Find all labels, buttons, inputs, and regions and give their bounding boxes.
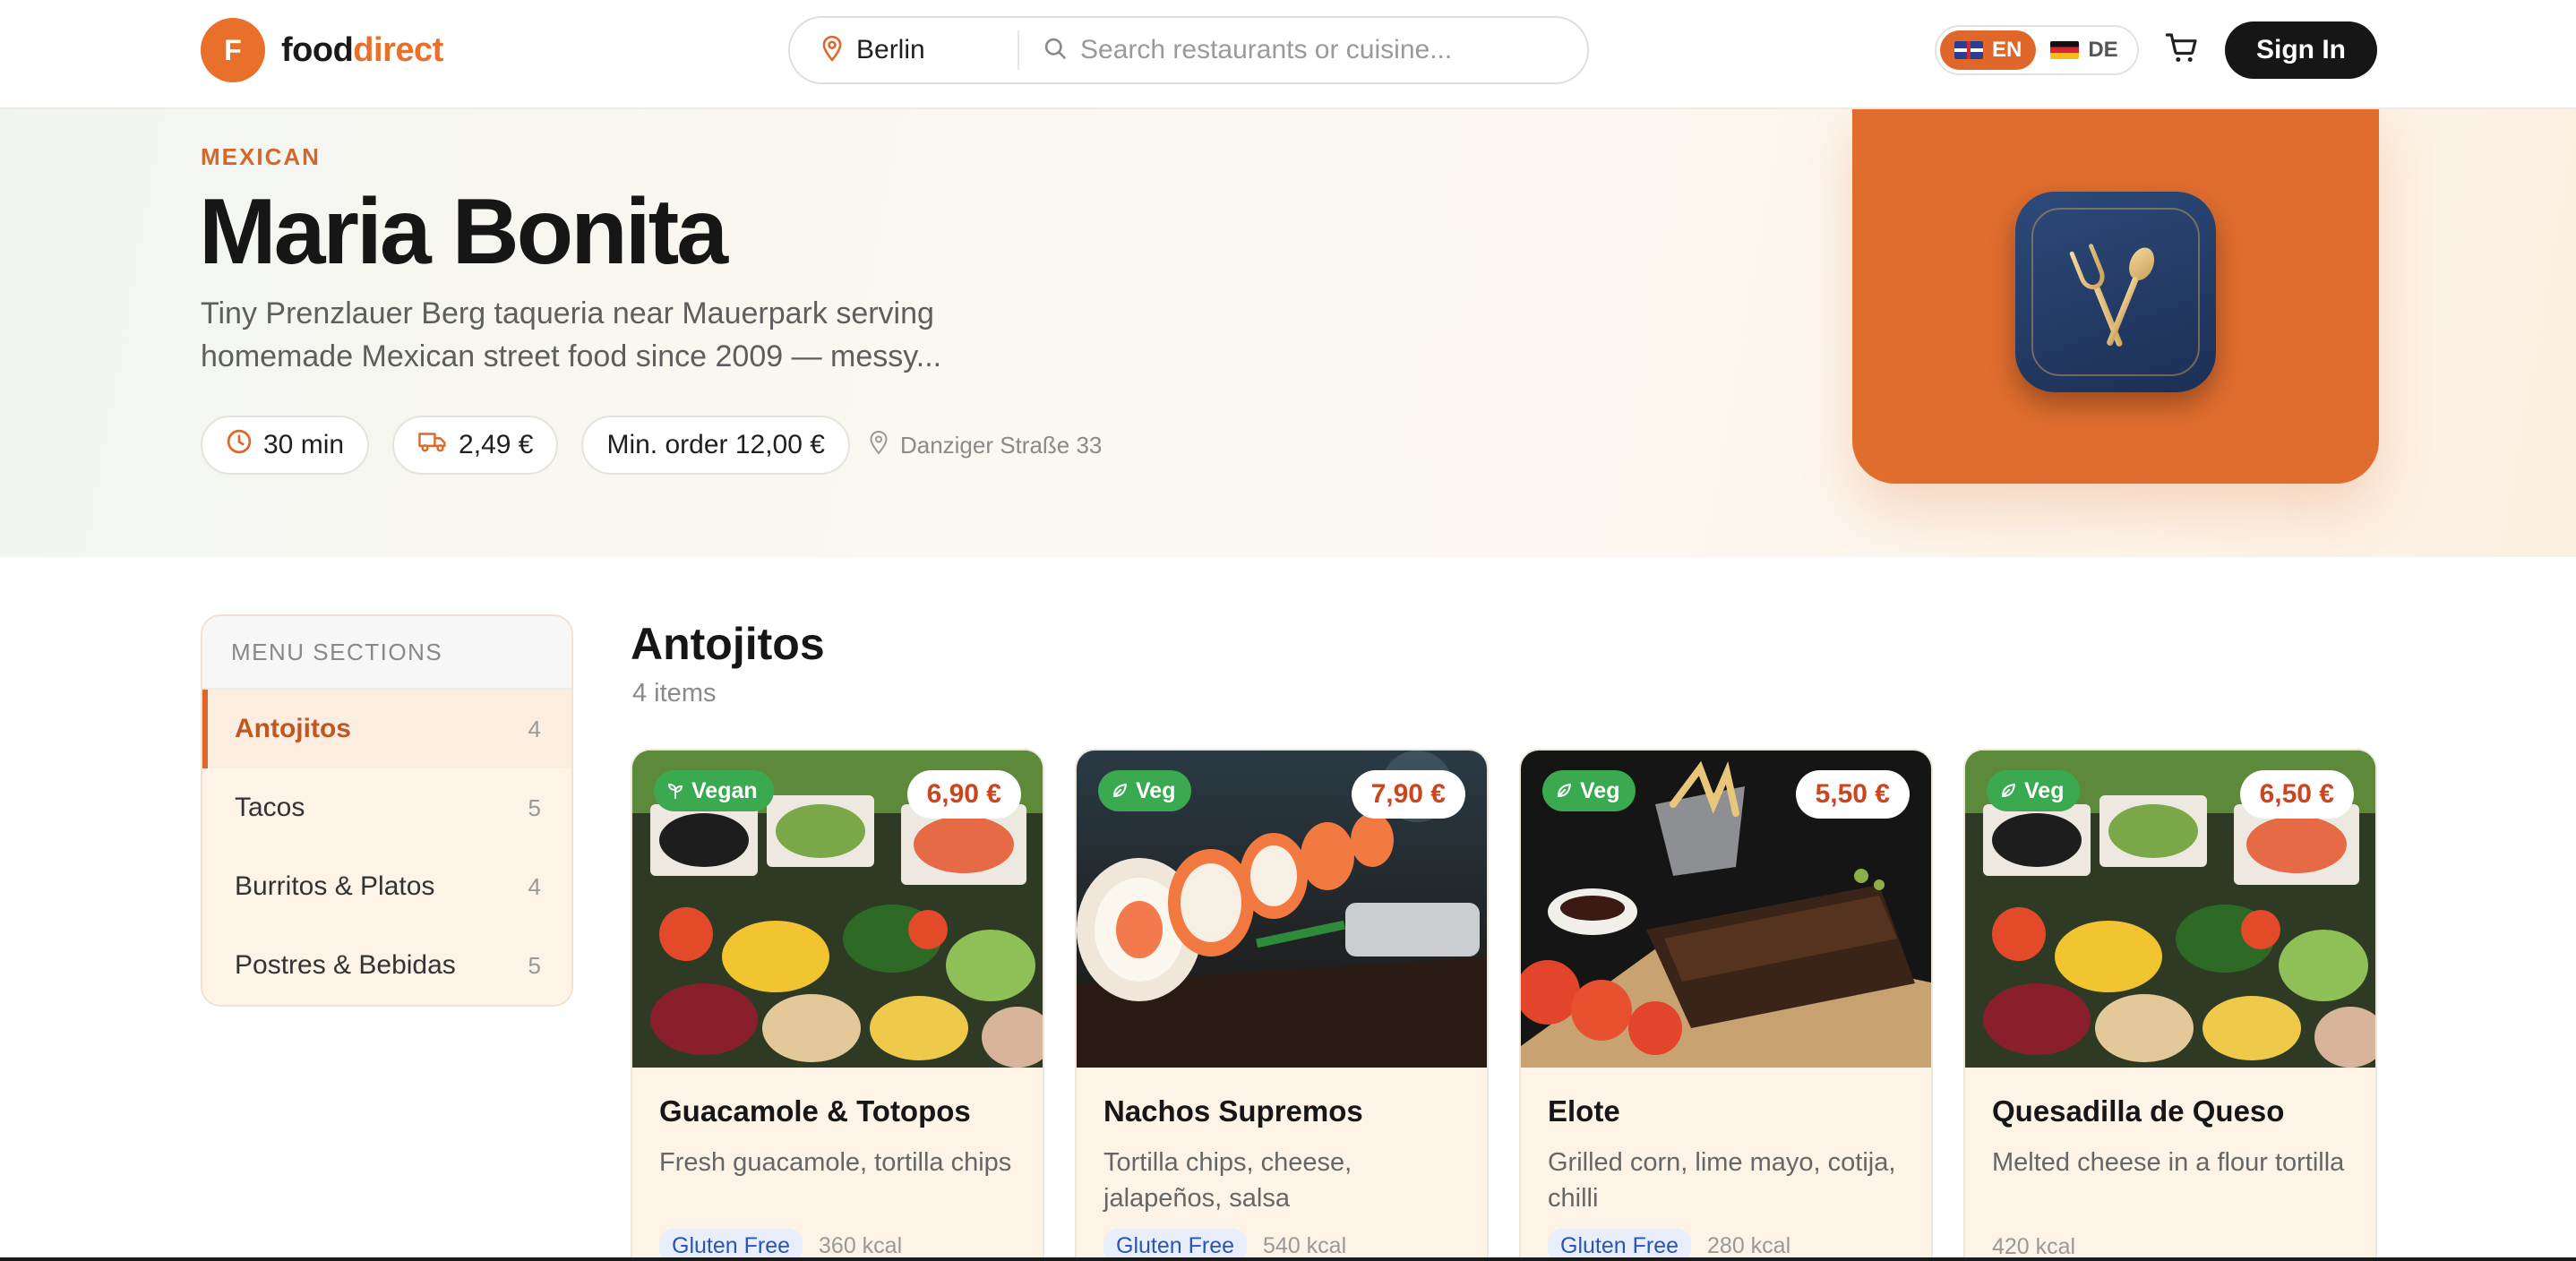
diet-badge: Veg bbox=[1098, 770, 1192, 811]
menu-item-name: Nachos Supremos bbox=[1103, 1094, 1363, 1128]
brand-logo[interactable]: F fooddirect bbox=[201, 18, 443, 82]
section-title: Antojitos bbox=[631, 619, 825, 669]
leaf-icon bbox=[1555, 782, 1573, 800]
sidebar-item-count: 5 bbox=[528, 793, 541, 821]
diet-badge: Vegan bbox=[654, 770, 774, 811]
diet-badge: Veg bbox=[1987, 770, 2081, 811]
leaf-icon bbox=[1111, 782, 1129, 800]
min-order: Min. order 12,00 € bbox=[606, 430, 825, 459]
sidebar-item-antojitos[interactable]: Antojitos 4 bbox=[202, 690, 571, 768]
price-tag: 7,90 € bbox=[1351, 770, 1465, 819]
ribs-plate-photo: Veg 5,50 € bbox=[1521, 751, 1931, 1068]
cart-button[interactable] bbox=[2162, 30, 2202, 70]
menu-item-description: Grilled corn, lime mayo, cotija, chilli bbox=[1548, 1148, 1896, 1213]
salad-bar-photo: Vegan 6,90 € bbox=[632, 751, 1043, 1068]
sushi-rolls-photo: Veg 7,90 € bbox=[1077, 751, 1487, 1068]
sign-in-button[interactable]: Sign In bbox=[2225, 21, 2377, 79]
delivery-fee-chip: 2,49 € bbox=[392, 416, 559, 475]
location-pin-icon bbox=[868, 430, 889, 461]
top-header: F fooddirect Berlin EN DE S bbox=[0, 0, 2576, 109]
calories-text: 360 kcal bbox=[819, 1233, 903, 1258]
gluten-free-tag: Gluten Free bbox=[659, 1229, 803, 1261]
restaurant-address: Danziger Straße 33 bbox=[868, 430, 1102, 461]
diet-badge-label: Veg bbox=[1136, 777, 1176, 803]
sidebar-item-tacos[interactable]: Tacos 5 bbox=[202, 768, 571, 847]
cart-icon bbox=[2164, 30, 2200, 71]
menu-item-card[interactable]: Veg 7,90 € Nachos Supremos Tortilla chip… bbox=[1075, 749, 1489, 1261]
menu-item-card[interactable]: Veg 5,50 € Elote Grilled corn, lime mayo… bbox=[1519, 749, 1933, 1261]
language-switcher: EN DE bbox=[1935, 25, 2139, 75]
truck-icon bbox=[417, 429, 448, 461]
diet-badge-label: Veg bbox=[2024, 777, 2065, 803]
location-pin-icon bbox=[820, 35, 844, 66]
sidebar-item-postres-bebidas[interactable]: Postres & Bebidas 5 bbox=[202, 926, 571, 1005]
clock-icon bbox=[226, 428, 253, 462]
sidebar-heading: MENU SECTIONS bbox=[202, 616, 571, 690]
menu-item-meta: Gluten Free 540 kcal bbox=[1103, 1229, 1460, 1261]
price-tag: 6,50 € bbox=[2239, 770, 2354, 819]
gluten-free-tag: Gluten Free bbox=[1103, 1229, 1248, 1261]
menu-item-name: Guacamole & Totopos bbox=[659, 1094, 971, 1128]
diet-badge-label: Vegan bbox=[691, 777, 758, 803]
cuisine-label: MEXICAN bbox=[201, 143, 321, 170]
menu-item-card[interactable]: Vegan 6,90 € Guacamole & Totopos Fresh g… bbox=[631, 749, 1044, 1261]
calories-text: 540 kcal bbox=[1263, 1233, 1347, 1258]
brand-name: fooddirect bbox=[281, 30, 443, 69]
search-input[interactable] bbox=[1080, 35, 1546, 65]
menu-sections-sidebar: MENU SECTIONS Antojitos 4 Tacos 5 Burrit… bbox=[201, 614, 573, 1007]
restaurant-logo-card bbox=[1852, 100, 2379, 484]
logo-badge: F bbox=[201, 18, 265, 82]
delivery-fee: 2,49 € bbox=[459, 430, 534, 459]
calories-text: 280 kcal bbox=[1707, 1233, 1791, 1258]
language-code: EN bbox=[1992, 38, 2022, 62]
menu-item-card[interactable]: Veg 6,50 € Quesadilla de Queso Melted ch… bbox=[1963, 749, 2377, 1261]
sidebar-item-count: 4 bbox=[528, 715, 541, 742]
menu-item-meta: 420 kcal bbox=[1992, 1234, 2348, 1260]
city-label: Berlin bbox=[856, 35, 925, 64]
section-item-count: 4 items bbox=[632, 679, 717, 708]
sidebar-item-count: 4 bbox=[528, 872, 541, 900]
sprout-icon bbox=[666, 782, 684, 800]
menu-item-meta: Gluten Free 280 kcal bbox=[1548, 1229, 1904, 1261]
menu-item-name: Elote bbox=[1548, 1094, 1620, 1128]
address-text: Danziger Straße 33 bbox=[899, 431, 1103, 459]
menu-item-description: Melted cheese in a flour tortilla bbox=[1992, 1148, 2345, 1177]
restaurant-app-icon bbox=[2015, 192, 2216, 392]
menu-item-description: Tortilla chips, cheese, jalapeños, salsa bbox=[1103, 1148, 1352, 1213]
de-flag-icon bbox=[2050, 41, 2080, 59]
diet-badge: Veg bbox=[1542, 770, 1636, 811]
search-field bbox=[1019, 35, 1587, 65]
calories-text: 420 kcal bbox=[1992, 1234, 2076, 1259]
menu-item-description: Fresh guacamole, tortilla chips bbox=[659, 1148, 1012, 1177]
language-option-en[interactable]: EN bbox=[1940, 30, 2037, 70]
leaf-icon bbox=[1999, 782, 2017, 800]
language-code: DE bbox=[2088, 38, 2118, 62]
min-order-chip: Min. order 12,00 € bbox=[581, 416, 850, 475]
sidebar-item-label: Antojitos bbox=[235, 714, 351, 743]
salad-bar-photo: Veg 6,50 € bbox=[1965, 751, 2375, 1068]
search-icon bbox=[1043, 36, 1068, 65]
price-tag: 6,90 € bbox=[906, 770, 1021, 819]
sidebar-item-label: Tacos bbox=[235, 793, 305, 822]
sidebar-item-label: Burritos & Platos bbox=[235, 871, 435, 901]
sidebar-item-label: Postres & Bebidas bbox=[235, 950, 456, 980]
restaurant-name: Maria Bonita bbox=[199, 180, 728, 284]
uk-flag-icon bbox=[1954, 41, 1983, 59]
gluten-free-tag: Gluten Free bbox=[1548, 1229, 1692, 1261]
language-option-de[interactable]: DE bbox=[2036, 30, 2132, 70]
delivery-time: 30 min bbox=[263, 430, 345, 459]
menu-item-name: Quesadilla de Queso bbox=[1992, 1094, 2285, 1128]
price-tag: 5,50 € bbox=[1795, 770, 1910, 819]
sidebar-item-count: 5 bbox=[528, 951, 541, 979]
diet-badge-label: Veg bbox=[1580, 777, 1620, 803]
menu-item-meta: Gluten Free 360 kcal bbox=[659, 1229, 1016, 1261]
sidebar-item-burritos-platos[interactable]: Burritos & Platos 4 bbox=[202, 847, 571, 926]
search-bar: Berlin bbox=[788, 16, 1589, 84]
delivery-time-chip: 30 min bbox=[201, 416, 370, 475]
restaurant-description: Tiny Prenzlauer Berg taqueria near Mauer… bbox=[201, 296, 942, 373]
window-bottom-edge bbox=[0, 1257, 2576, 1261]
city-selector[interactable]: Berlin bbox=[790, 30, 1019, 70]
restaurant-info-chips: 30 min 2,49 € Min. order 12,00 € Danzige… bbox=[201, 416, 1102, 475]
